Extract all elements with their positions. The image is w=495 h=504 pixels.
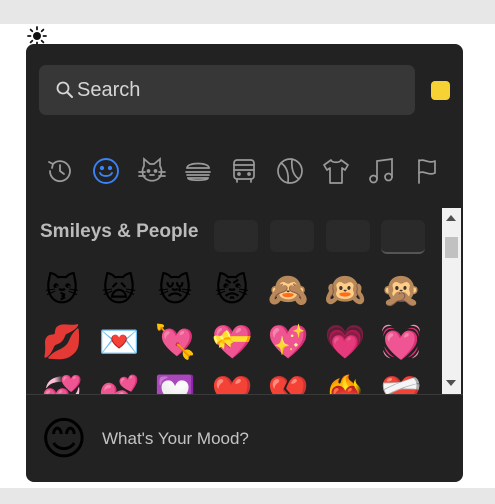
search-input[interactable] [77, 65, 397, 115]
category-bus-icon[interactable] [227, 154, 261, 188]
category-smiley-icon[interactable] [89, 154, 123, 188]
category-ball-icon[interactable] [273, 154, 307, 188]
preview-emoji: 😊 [40, 412, 88, 465]
category-cat-icon[interactable] [135, 154, 169, 188]
top-bar [0, 0, 495, 24]
section-title: Smileys & People [40, 221, 199, 242]
emoji-heart-on-fire[interactable]: ❤️‍🔥 [323, 371, 367, 394]
category-burger-icon[interactable] [181, 154, 215, 188]
emoji-heart-arrow[interactable]: 💘 [153, 320, 197, 364]
sticky-header-shadow [270, 220, 314, 252]
emoji-scrollbar[interactable] [442, 208, 461, 394]
emoji-hear-no-evil[interactable]: 🙉 [323, 268, 367, 312]
emoji-kissing-cat[interactable]: 😽 [40, 268, 84, 312]
skin-tone-selector[interactable] [431, 81, 450, 100]
category-flag-icon[interactable] [411, 154, 445, 188]
mood-text: What's Your Mood? [102, 429, 249, 448]
emoji-sparkling-heart[interactable]: 💖 [266, 320, 310, 364]
emoji-speak-no-evil[interactable]: 🙊 [379, 268, 423, 312]
sticky-header-shadow [326, 220, 370, 252]
scroll-up-arrow-icon[interactable] [446, 215, 456, 221]
emoji-growing-heart[interactable]: 💗 [323, 320, 367, 364]
emoji-heart-decoration[interactable]: 💟 [153, 371, 197, 394]
search-box[interactable] [39, 65, 415, 115]
scroll-thumb[interactable] [445, 237, 458, 258]
sticky-header-shadow [214, 220, 258, 252]
emoji-picker: Smileys & People 😽 🙀 😿 😾 🙈 🙉 🙊 💋 💌 💘 💝 💖… [26, 44, 463, 482]
sticky-header-shadow [381, 220, 425, 254]
emoji-heart-ribbon[interactable]: 💝 [210, 320, 254, 364]
emoji-broken-heart[interactable]: 💔 [266, 371, 310, 394]
emoji-see-no-evil[interactable]: 🙈 [266, 268, 310, 312]
bottom-bar [0, 488, 495, 504]
emoji-two-hearts[interactable]: 💕 [97, 371, 141, 394]
preview-footer: 😊 What's Your Mood? [26, 394, 463, 482]
emoji-love-letter[interactable]: 💌 [97, 320, 141, 364]
category-music-note-icon[interactable] [365, 154, 399, 188]
emoji-pouting-cat[interactable]: 😾 [210, 268, 254, 312]
sun-icon[interactable] [27, 26, 47, 46]
emoji-beating-heart[interactable]: 💓 [379, 320, 423, 364]
emoji-mending-heart[interactable]: ❤️‍🩹 [379, 371, 423, 394]
search-icon [55, 80, 75, 100]
category-bar [43, 154, 453, 190]
category-shirt-icon[interactable] [319, 154, 353, 188]
category-recent-icon[interactable] [43, 154, 77, 188]
emoji-red-heart[interactable]: ❤️ [210, 371, 254, 394]
emoji-revolving-hearts[interactable]: 💞 [40, 371, 84, 394]
emoji-kiss-mark[interactable]: 💋 [40, 320, 84, 364]
emoji-grid: Smileys & People 😽 🙀 😿 😾 🙈 🙉 🙊 💋 💌 💘 💝 💖… [26, 208, 442, 394]
scroll-down-arrow-icon[interactable] [446, 380, 456, 386]
emoji-crying-cat[interactable]: 😿 [153, 268, 197, 312]
emoji-weary-cat[interactable]: 🙀 [97, 268, 141, 312]
